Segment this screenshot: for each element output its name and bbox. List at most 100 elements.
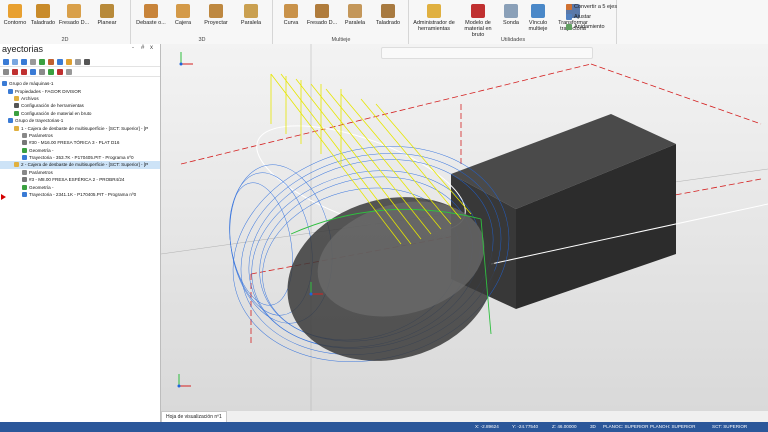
geometry-icon	[22, 147, 27, 153]
group-label-2d: 2D	[61, 37, 69, 43]
planear-button[interactable]: Planear	[92, 4, 122, 26]
toggle-posting-icon[interactable]	[66, 68, 72, 75]
tree-item-stock-setup[interactable]: Configuración de material en bruto	[0, 110, 160, 117]
curva-button[interactable]: Curva	[278, 4, 304, 26]
sonda-button[interactable]: Sonda	[500, 4, 522, 26]
tree-item-operation-2[interactable]: 2 - Cajera de desbaste de multisuperfici…	[0, 161, 160, 169]
taladrado-multieje-button[interactable]: Taladrado	[372, 4, 404, 26]
fresado-2d-button[interactable]: Fresado D...	[58, 4, 90, 26]
properties-icon	[8, 88, 13, 94]
single-display-icon[interactable]	[48, 68, 54, 75]
taladrado-button[interactable]: Taladrado	[30, 4, 56, 26]
operation-folder-icon	[14, 162, 19, 168]
panel-title: ayectorias	[2, 44, 44, 54]
link-icon	[531, 4, 545, 18]
sct-selector[interactable]: SCT: SUPERIOR	[712, 422, 747, 432]
drill-icon	[36, 4, 50, 18]
operation-folder-icon	[14, 125, 19, 131]
contour-icon	[8, 4, 22, 18]
move-down-icon[interactable]	[12, 68, 18, 75]
trim-icon	[566, 14, 572, 20]
mill-icon	[67, 4, 81, 18]
curve-icon	[284, 4, 298, 18]
tree-item-op2-tool[interactable]: #3 - M8.00 FRESA ESFÉRICA 2 - PROBR4/24	[0, 176, 160, 183]
convertir-5-ejes-button[interactable]: Convertir a 5 ejes	[566, 4, 617, 10]
lock-icon[interactable]	[3, 68, 9, 75]
tree-item-op2-geometry[interactable]: Geometría -	[0, 183, 160, 190]
toolpath-manager-icon[interactable]	[75, 58, 81, 65]
contorno-button[interactable]: Contorno	[2, 4, 28, 26]
plano-c-selector[interactable]: PLANOC: SUPERIOR	[603, 422, 648, 432]
simulate-icon[interactable]	[57, 58, 63, 65]
tree-item-op1-tool[interactable]: #30 - M16.00 FRESA TÓRICA 3 - PLAT D16	[0, 139, 160, 146]
stock-model-icon	[471, 4, 485, 18]
scroll-to-icon[interactable]	[39, 68, 45, 75]
ribbon: Contorno Taladrado Fresado D... Planear …	[0, 0, 768, 45]
tree-item-machine-group[interactable]: Grupo de máquinas-1	[0, 80, 160, 87]
toolpath-tree: Grupo de máquinas-1 Propiedades - FAGOR …	[0, 77, 160, 198]
parallel-multiaxis-icon	[348, 4, 362, 18]
view-axis-triad	[179, 52, 193, 66]
backplot-icon[interactable]	[39, 58, 45, 65]
insert-arrow-icon[interactable]	[30, 68, 36, 75]
machine-group-icon	[2, 81, 7, 87]
tree-item-files[interactable]: Archivos	[0, 95, 160, 102]
coord-y: Y: -24.77540	[512, 424, 539, 429]
pocket-icon	[176, 4, 190, 18]
cajera-button[interactable]: Cajera	[170, 4, 196, 26]
tool-icon	[22, 140, 27, 146]
parameters-icon	[22, 132, 27, 138]
tree-item-toolpath-group[interactable]: Grupo de trayectorias-1	[0, 117, 160, 124]
desbaste-button[interactable]: Debaste o...	[136, 4, 166, 26]
panel-toolbar-1	[0, 57, 160, 67]
tree-item-op2-parameters[interactable]: Parámetros	[0, 169, 160, 176]
toolpaths-panel: ayectorias - # x Grupo de máquinas-1 Pro…	[0, 44, 161, 422]
tree-item-properties[interactable]: Propiedades - FAGOR DIVISOR	[0, 87, 160, 94]
anidamiento-button[interactable]: Anidamiento	[566, 24, 605, 30]
paralela-multieje-button[interactable]: Paralela	[340, 4, 370, 26]
fresado-multieje-button[interactable]: Fresado D...	[306, 4, 338, 26]
parameters-icon	[22, 169, 27, 175]
verify-icon[interactable]	[48, 58, 54, 65]
geometry-icon	[22, 184, 27, 190]
vinculo-multieje-button[interactable]: Vínculo multieje	[522, 4, 554, 32]
graphics-viewport[interactable]	[161, 44, 768, 411]
panel-toolbar-2	[0, 67, 160, 77]
view-mode[interactable]: 3D	[590, 422, 596, 432]
select-all-icon[interactable]	[3, 58, 9, 65]
ajustar-button[interactable]: Ajustar	[566, 14, 591, 20]
tree-item-op2-toolpath[interactable]: Trayectoria - 2341.1K - P170405.PIT - Pr…	[0, 191, 160, 198]
move-up-icon[interactable]	[21, 68, 27, 75]
toggle-display-icon[interactable]	[57, 68, 63, 75]
insert-marker-icon[interactable]	[1, 194, 6, 200]
toolpath-icon	[22, 192, 27, 198]
post-icon[interactable]	[66, 58, 72, 65]
paralela-3d-button[interactable]: Paralela	[236, 4, 266, 26]
modelo-bruto-button[interactable]: Modelo de material en bruto	[458, 4, 498, 38]
regen-dirty-icon[interactable]	[30, 58, 36, 65]
tool-settings-icon	[14, 103, 19, 109]
panel-pin-button[interactable]: #	[141, 45, 144, 51]
tree-item-op1-geometry[interactable]: Geometría -	[0, 147, 160, 154]
regenerate-icon[interactable]	[21, 58, 27, 65]
nesting-icon	[566, 24, 572, 30]
coord-z: Z: 46.00000	[552, 424, 577, 429]
folder-icon	[14, 95, 19, 101]
corner-axis-triad	[177, 374, 191, 388]
tree-item-op1-toolpath[interactable]: Trayectoria - 353.7K - P170405.PIT - Pro…	[0, 154, 160, 161]
panel-close-button[interactable]: x	[150, 45, 153, 51]
plano-h-selector[interactable]: PLANOH: SUPERIOR	[650, 422, 695, 432]
convert-icon	[566, 4, 572, 10]
panel-minimize-button[interactable]: -	[132, 45, 134, 51]
stock-setup-icon	[14, 110, 19, 116]
tree-item-operation-1[interactable]: 1 - Cajera de desbaste de multisuperfici…	[0, 124, 160, 131]
panel-title-bar: ayectorias - # x	[0, 44, 160, 57]
help-icon[interactable]	[84, 58, 90, 65]
proyectar-button[interactable]: Proyectar	[200, 4, 232, 26]
group-label-utilidades: Utilidades	[500, 37, 526, 43]
multiaxis-mill-icon	[315, 4, 329, 18]
admin-herramientas-button[interactable]: Administrador de herramientas	[412, 4, 456, 32]
select-failed-icon[interactable]	[12, 58, 18, 65]
tree-item-op1-parameters[interactable]: Parámetros	[0, 132, 160, 139]
tree-item-tool-settings[interactable]: Configuración de herramientas	[0, 102, 160, 109]
